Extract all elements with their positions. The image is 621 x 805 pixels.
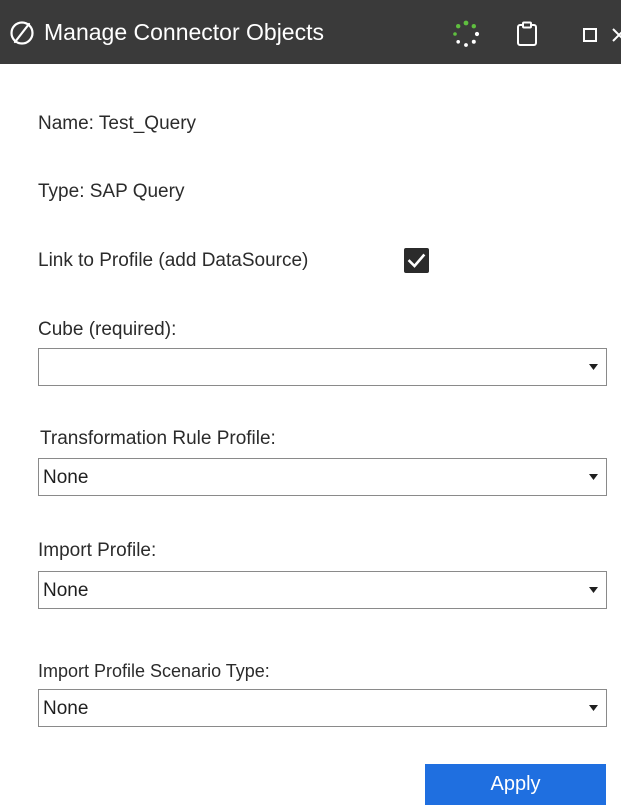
- onestream-logo-icon: [10, 21, 34, 45]
- dropdown-arrow-icon: [589, 587, 598, 593]
- import-profile-value: None: [43, 580, 89, 601]
- import-profile-dropdown[interactable]: None: [38, 571, 607, 609]
- cube-dropdown[interactable]: [38, 348, 607, 386]
- import-profile-label: Import Profile:: [38, 540, 157, 561]
- object-type-label: Type: SAP Query: [38, 181, 185, 202]
- close-icon[interactable]: [612, 28, 621, 42]
- dropdown-arrow-icon: [589, 705, 598, 711]
- apply-button[interactable]: Apply: [425, 764, 606, 805]
- manage-connector-objects-dialog: Manage Connector Objects Name: Test_Quer…: [0, 0, 621, 805]
- link-to-profile-checkbox[interactable]: [404, 248, 429, 273]
- import-profile-scenario-type-label: Import Profile Scenario Type:: [38, 661, 270, 681]
- transformation-rule-profile-dropdown[interactable]: None: [38, 458, 607, 496]
- transformation-rule-profile-label: Transformation Rule Profile:: [40, 428, 276, 449]
- dropdown-arrow-icon: [589, 364, 598, 370]
- transformation-rule-profile-value: None: [43, 467, 89, 488]
- maximize-icon[interactable]: [583, 28, 597, 42]
- cube-label: Cube (required):: [38, 319, 177, 340]
- title-bar: Manage Connector Objects: [0, 0, 621, 64]
- link-to-profile-label: Link to Profile (add DataSource): [38, 250, 309, 271]
- window-title: Manage Connector Objects: [44, 19, 324, 45]
- loading-spinner-icon: [453, 20, 480, 47]
- checkmark-icon: [407, 253, 426, 268]
- dropdown-arrow-icon: [589, 474, 598, 480]
- clipboard-icon[interactable]: [516, 21, 538, 47]
- import-profile-scenario-type-value: None: [43, 698, 89, 719]
- object-name-label: Name: Test_Query: [38, 113, 197, 134]
- import-profile-scenario-type-dropdown[interactable]: None: [38, 689, 607, 727]
